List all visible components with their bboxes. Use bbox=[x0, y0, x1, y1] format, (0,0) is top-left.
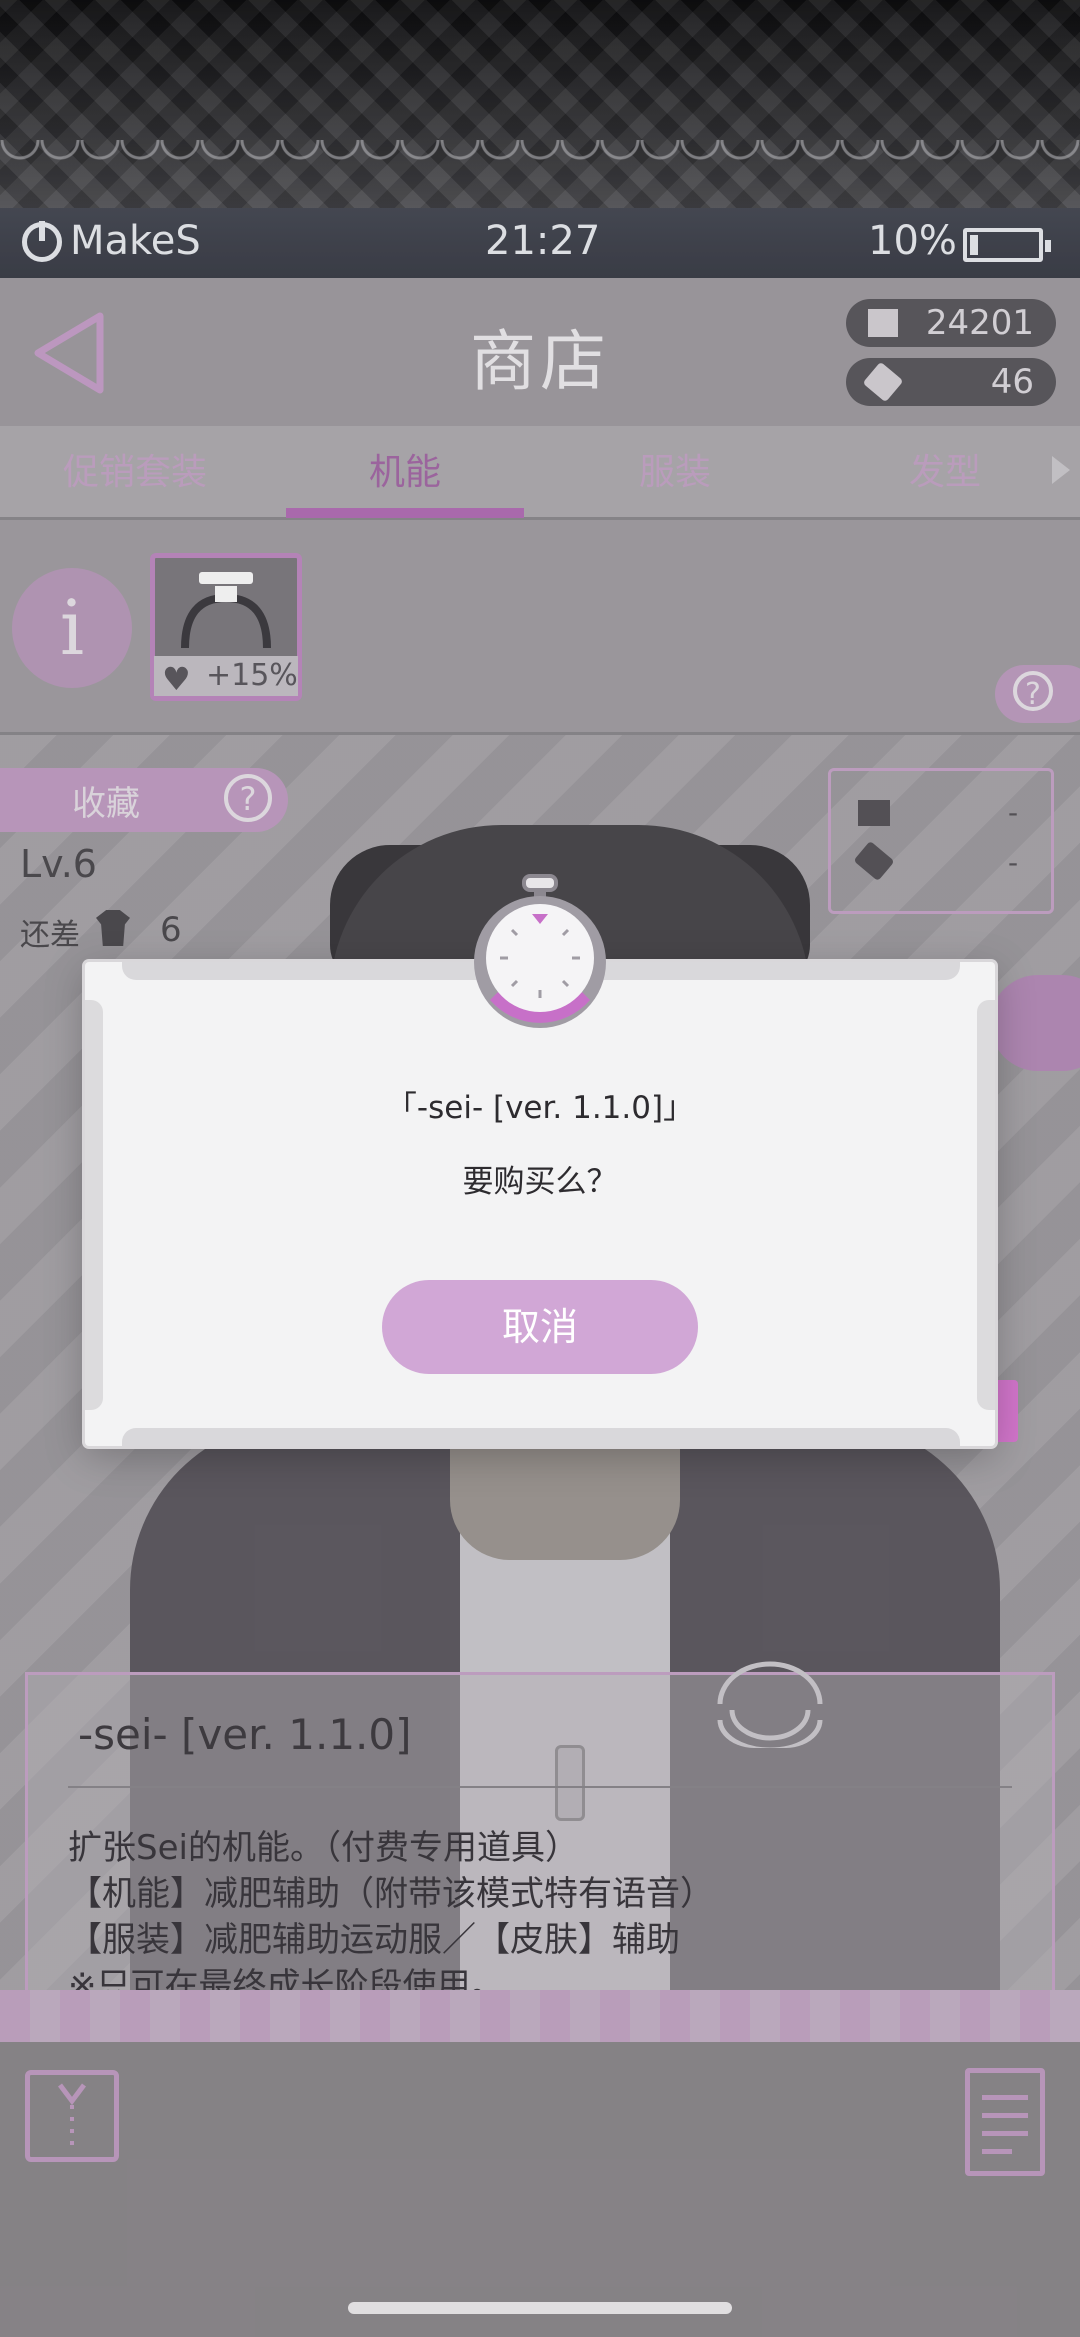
dialog-item-name: 「-sei- [ver. 1.1.0]」 bbox=[385, 1090, 695, 1126]
dialog-bottom-trim bbox=[122, 1428, 960, 1446]
stopwatch-icon bbox=[474, 874, 606, 1028]
dialog-question: 要购买么？ bbox=[462, 1164, 618, 1200]
dialog-right-trim bbox=[977, 1000, 995, 1410]
cancel-button[interactable]: 取消 bbox=[382, 1280, 698, 1374]
dialog-left-trim bbox=[85, 1000, 103, 1410]
